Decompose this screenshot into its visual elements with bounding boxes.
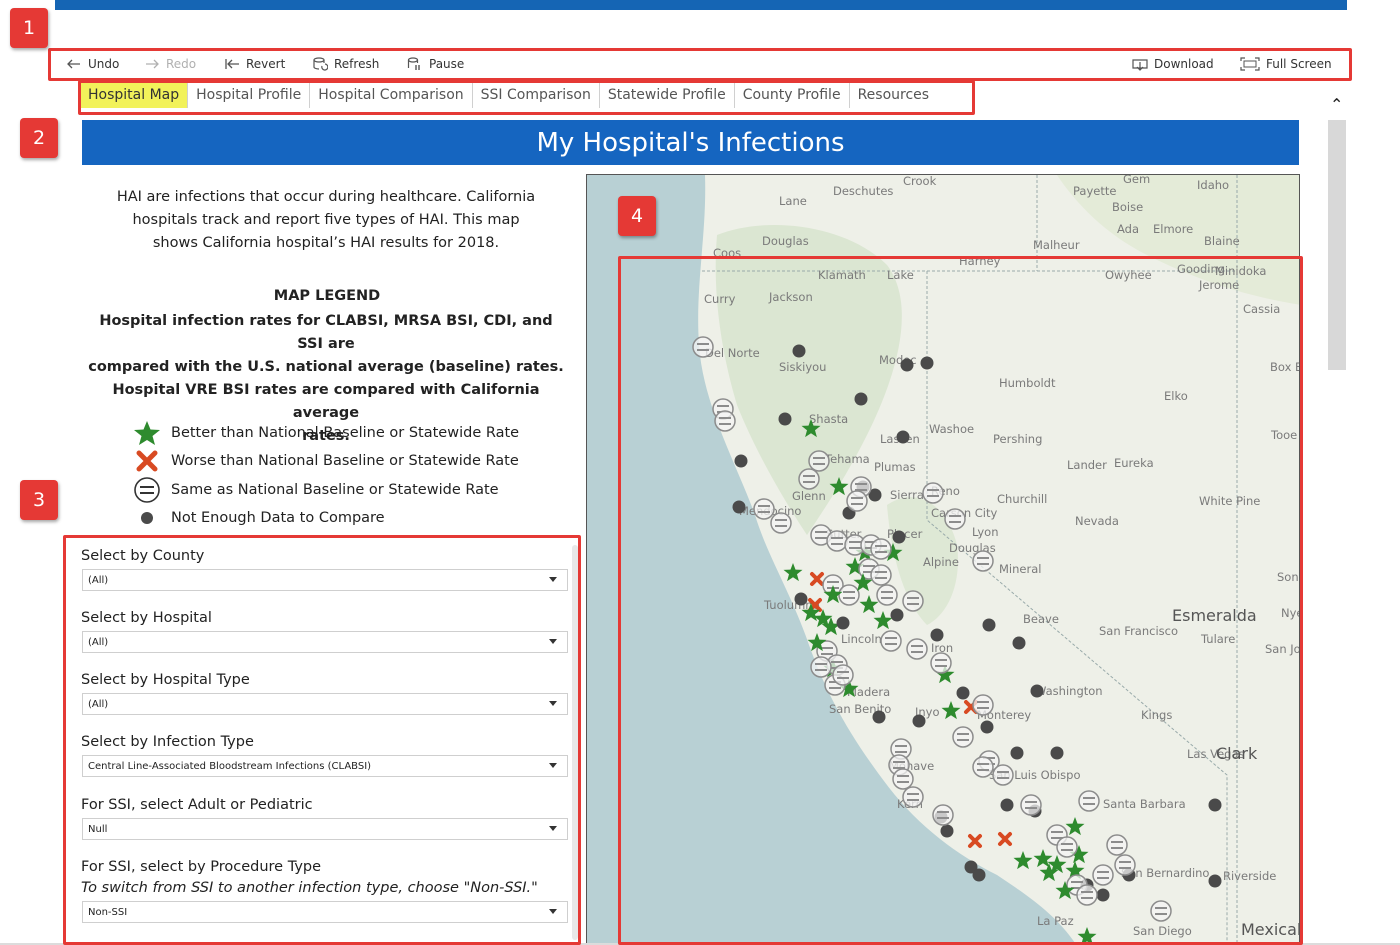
map-place-label: Elmore [1153, 222, 1193, 236]
legend-item-worse: Worse than National Baseline or Statewid… [133, 448, 519, 474]
map-place-label: Malheur [1033, 238, 1080, 252]
legend-item-nodata: Not Enough Data to Compare [133, 505, 385, 531]
legend-label: Not Enough Data to Compare [171, 510, 385, 526]
map-place-label: Deschutes [833, 184, 893, 198]
top-banner [55, 0, 1347, 10]
legend-item-better: Better than National Baseline or Statewi… [133, 420, 519, 446]
map-place-label: Payette [1073, 184, 1116, 198]
map-place-label: Douglas [762, 234, 809, 248]
page-scrollbar[interactable]: ⌃ [1327, 95, 1347, 945]
green-star-icon [133, 420, 161, 446]
map-place-label: Ada [1117, 222, 1139, 236]
legend-label: Same as National Baseline or Statewide R… [171, 482, 499, 498]
red-x-icon [133, 448, 161, 474]
gray-dot-icon [133, 505, 161, 531]
equals-circle-icon [133, 477, 161, 503]
intro-line: shows California hospital’s HAI results … [152, 235, 500, 251]
map-place-label: Gem [1123, 175, 1150, 186]
legend-label: Worse than National Baseline or Statewid… [171, 453, 519, 469]
map-place-label: Idaho [1197, 178, 1229, 192]
legend-description-line: compared with the U.S. national average … [88, 359, 564, 375]
map-place-label: Blaine [1204, 234, 1240, 248]
annotation-box-tabs [78, 80, 975, 115]
annotation-badge-3: 3 [20, 480, 58, 520]
legend-description-line: Hospital infection rates for CLABSI, MRS… [99, 313, 553, 352]
annotation-box-map [618, 256, 1303, 945]
annotation-badge-1: 1 [10, 8, 48, 48]
annotation-badge-4: 4 [618, 196, 656, 236]
map-place-label: Lane [779, 194, 807, 208]
legend-label: Better than National Baseline or Statewi… [171, 425, 520, 441]
scrollbar-thumb[interactable] [1328, 120, 1346, 370]
annotation-box-toolbar [48, 48, 1352, 81]
intro-text: HAI are infections that occur during hea… [95, 186, 557, 255]
map-place-label: Crook [903, 175, 937, 188]
annotation-box-filters [63, 535, 581, 945]
chevron-up-icon[interactable]: ⌃ [1330, 95, 1343, 114]
legend-item-same: Same as National Baseline or Statewide R… [133, 477, 499, 503]
legend-title: MAP LEGEND [273, 288, 381, 304]
intro-line: hospitals track and report five types of… [132, 212, 520, 228]
page-title: My Hospital's Infections [82, 120, 1299, 165]
map-place-label: Boise [1112, 200, 1143, 214]
legend-description-line: Hospital VRE BSI rates are compared with… [112, 382, 540, 421]
intro-line: HAI are infections that occur during hea… [116, 189, 536, 205]
annotation-badge-2: 2 [20, 118, 58, 158]
